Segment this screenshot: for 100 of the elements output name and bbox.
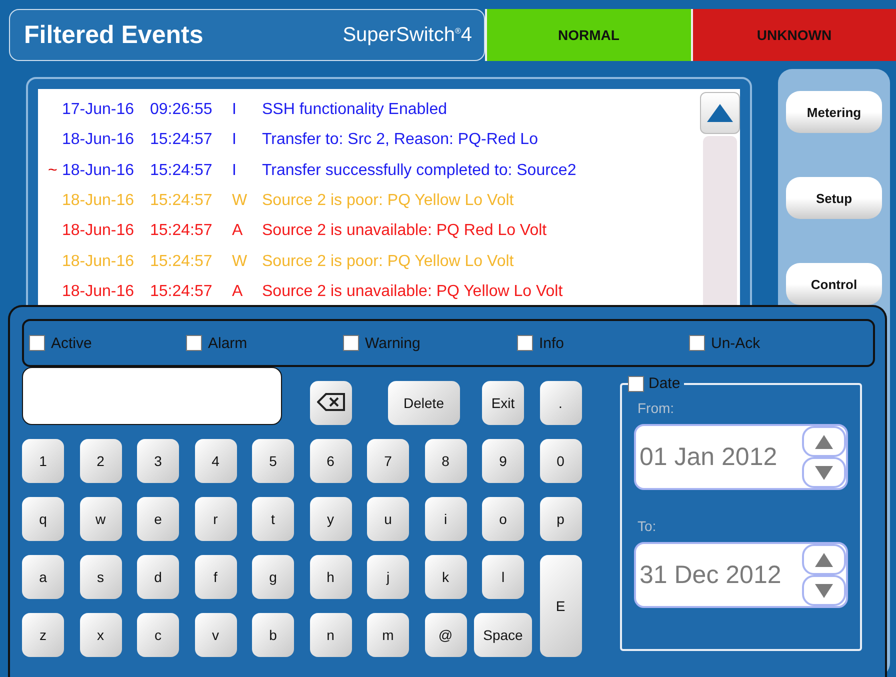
event-row[interactable]: 18-Jun-16 15:24:57 I Transfer to: Src 2, Reason: PQ-Red Lo (38, 125, 700, 156)
filter-label: Active (51, 334, 92, 352)
from-label: From: (638, 400, 674, 416)
event-type: I (232, 162, 238, 180)
date-checkbox[interactable] (628, 376, 644, 392)
event-date: 18-Jun-16 (62, 252, 136, 271)
event-type: A (232, 222, 244, 240)
date-label: Date (648, 375, 680, 392)
keyboard-key[interactable]: Space (474, 613, 532, 657)
keyboard-key[interactable]: 8 (424, 439, 466, 483)
event-message: Transfer to: Src 2, Reason: PQ-Red Lo (262, 131, 539, 150)
keyboard-key[interactable]: q (22, 497, 64, 541)
filter-label: Alarm (208, 334, 248, 352)
keyboard-key[interactable]: b (252, 613, 294, 657)
increment-button[interactable] (802, 544, 846, 575)
keyboard-key[interactable]: s (80, 555, 122, 599)
event-time: 15:24:57 (150, 192, 214, 210)
keyboard-key[interactable]: z (22, 613, 64, 657)
filter-label: Info (539, 334, 564, 352)
event-time: 15:24:57 (150, 282, 214, 301)
down-triangle-icon (814, 464, 834, 480)
down-triangle-icon (814, 582, 834, 598)
event-type: I (232, 131, 238, 150)
keyboard-key[interactable]: 2 (80, 439, 122, 483)
keyboard-key[interactable]: x (80, 613, 122, 657)
keyboard-key[interactable]: 4 (194, 439, 236, 483)
keyboard-key[interactable]: t (252, 497, 294, 541)
filter-checkbox[interactable] (689, 335, 705, 351)
keyboard-key[interactable]: n (310, 613, 352, 657)
event-date: 18-Jun-16 (62, 131, 136, 150)
keyboard-key[interactable]: o (482, 497, 524, 541)
keyboard-key[interactable]: w (80, 497, 122, 541)
to-label: To: (638, 518, 656, 534)
event-date: 18-Jun-16 (62, 282, 136, 301)
event-message: Source 2 is unavailable: PQ Yellow Lo Volt (262, 282, 564, 301)
screen-title: Filtered Events (24, 20, 204, 50)
keyboard-key[interactable]: 7 (367, 439, 409, 483)
keypad-key[interactable]: Delete (388, 381, 460, 425)
status-indicator: UNKNOWN (690, 9, 896, 61)
from-date-spinner[interactable]: 01 Jan 2012 (634, 424, 848, 490)
event-row[interactable]: 18-Jun-16 15:24:57 A Source 2 is unavailable: PQ Red Lo Volt (38, 216, 700, 246)
event-message: SSH functionality Enabled (262, 101, 448, 120)
keypad-key[interactable]: Exit (482, 381, 524, 425)
keyboard-key[interactable]: @ (424, 613, 466, 657)
keyboard-key[interactable]: 0 (540, 439, 582, 483)
event-row[interactable]: 18-Jun-16 15:24:57 A Source 2 is unavailable: PQ Yellow Lo Volt (38, 276, 700, 308)
input-field[interactable] (22, 367, 282, 425)
event-message: Source 2 is unavailable: PQ Red Lo Volt (262, 222, 548, 240)
event-row[interactable]: ~ 18-Jun-16 15:24:57 I Transfer successfully completed to: Source2 (38, 156, 700, 186)
date-value: 31 Dec 2012 (638, 560, 782, 590)
keyboard-key[interactable]: c (137, 613, 179, 657)
decrement-button[interactable] (802, 457, 846, 488)
event-type: I (232, 101, 238, 120)
increment-button[interactable] (802, 426, 846, 457)
keyboard-key[interactable]: d (137, 555, 179, 599)
keyboard-key[interactable]: m (367, 613, 409, 657)
backspace-key[interactable] (310, 381, 352, 425)
nav-button[interactable]: Metering (786, 91, 882, 133)
scroll-up-button[interactable] (700, 92, 740, 134)
date-value: 01 Jan 2012 (638, 442, 778, 472)
event-type: A (232, 282, 244, 301)
keyboard-key[interactable]: a (22, 555, 64, 599)
keyboard-key[interactable]: y (310, 497, 352, 541)
keyboard-key[interactable]: f (194, 555, 236, 599)
keyboard-key[interactable]: l (482, 555, 524, 599)
keyboard-key[interactable]: 3 (137, 439, 179, 483)
up-triangle-icon (706, 103, 734, 123)
to-date-spinner[interactable]: 31 Dec 2012 (634, 542, 848, 608)
event-time: 15:24:57 (150, 162, 214, 180)
keyboard-key[interactable]: e (137, 497, 179, 541)
keyboard-key[interactable]: j (367, 555, 409, 599)
filter-label: Warning (365, 334, 420, 352)
filter-checkbox[interactable] (517, 335, 533, 351)
nav-button[interactable]: Control (786, 263, 882, 305)
keyboard-key[interactable]: v (194, 613, 236, 657)
keyboard-key[interactable]: 6 (310, 439, 352, 483)
filter-label: Un-Ack (711, 334, 760, 352)
event-row[interactable]: 17-Jun-16 09:26:55 I SSH functionality Enabled (38, 95, 700, 126)
keyboard-key[interactable]: 1 (22, 439, 64, 483)
event-date: 17-Jun-16 (62, 101, 136, 120)
keyboard-key[interactable]: g (252, 555, 294, 599)
decrement-button[interactable] (802, 575, 846, 606)
unack-marker: ~ (48, 162, 58, 180)
nav-button[interactable]: Setup (786, 177, 882, 219)
filter-checkbox[interactable] (29, 335, 45, 351)
keyboard-key[interactable]: r (194, 497, 236, 541)
keyboard-key[interactable]: k (424, 555, 466, 599)
event-date: 18-Jun-16 (62, 222, 136, 240)
keyboard-key[interactable]: p (540, 497, 582, 541)
enter-key[interactable]: E (540, 555, 582, 657)
filter-checkbox[interactable] (186, 335, 202, 351)
keypad-key[interactable]: . (540, 381, 582, 425)
event-time: 15:24:57 (150, 222, 214, 240)
keyboard-key[interactable]: 5 (252, 439, 294, 483)
event-message: Transfer successfully completed to: Source2 (262, 162, 578, 180)
keyboard-key[interactable]: i (424, 497, 466, 541)
keyboard-key[interactable]: h (310, 555, 352, 599)
keyboard-key[interactable]: u (367, 497, 409, 541)
keyboard-key[interactable]: 9 (482, 439, 524, 483)
filter-checkbox[interactable] (343, 335, 359, 351)
